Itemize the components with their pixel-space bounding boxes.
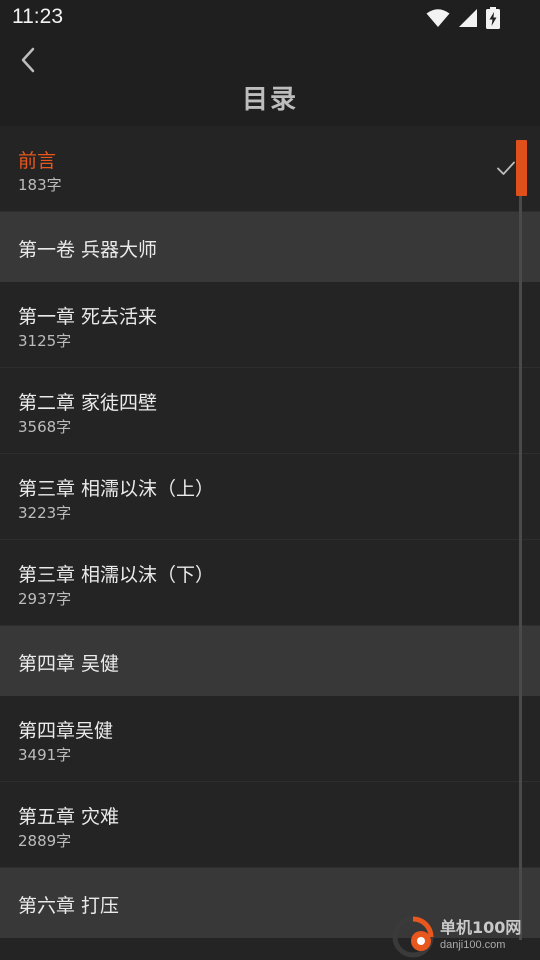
toc-chapter-item[interactable]: 第三章 相濡以沫（上） 3223字: [0, 454, 540, 540]
toc-chapter-item[interactable]: 第三章 相濡以沫（下） 2937字: [0, 540, 540, 626]
signal-icon: [459, 9, 477, 27]
watermark: 单机100网 danji100.com: [390, 910, 540, 960]
chapter-title: 第三章 相濡以沫（下）: [18, 564, 215, 586]
toc-volume-item[interactable]: 第四章 吴健: [0, 626, 540, 696]
scrollbar-track[interactable]: [519, 140, 522, 940]
page-title: 目录: [241, 85, 298, 115]
wifi-icon: [426, 9, 450, 27]
chapter-word-count: 3125字: [18, 332, 72, 350]
watermark-logo-icon: [392, 916, 434, 958]
toc-chapter-item[interactable]: 第二章 家徒四壁 3568字: [0, 368, 540, 454]
chapter-word-count: 2889字: [18, 832, 72, 850]
toc-chapter-item[interactable]: 第四章吴健 3491字: [0, 696, 540, 782]
chapter-title: 第五章 灾难: [18, 806, 120, 828]
chapter-word-count: 3223字: [18, 504, 72, 522]
chapter-title: 第四章吴健: [18, 720, 114, 742]
check-icon: [497, 161, 515, 175]
back-button[interactable]: [10, 38, 46, 82]
volume-title: 第四章 吴健: [18, 653, 120, 675]
status-bar: 11:23: [0, 0, 540, 36]
toc-chapter-item[interactable]: 前言 183字: [0, 126, 540, 212]
status-icons: [426, 7, 500, 29]
volume-title: 第六章 打压: [18, 895, 120, 917]
toc-list: 前言 183字 第一卷 兵器大师 第一章 死去活来 3125字 第二章 家徒四壁…: [0, 126, 540, 960]
chapter-word-count: 3491字: [18, 746, 72, 764]
toc-volume-item[interactable]: 第一卷 兵器大师: [0, 212, 540, 282]
watermark-text: 单机100网 danji100.com: [440, 918, 521, 952]
watermark-url: danji100.com: [440, 939, 506, 951]
volume-title: 第一卷 兵器大师: [18, 239, 158, 261]
status-time: 11:23: [12, 5, 63, 28]
chapter-title: 第一章 死去活来: [18, 306, 158, 328]
battery-charging-icon: [486, 7, 500, 29]
chapter-word-count: 183字: [18, 176, 62, 194]
chapter-title: 第二章 家徒四壁: [18, 392, 158, 414]
toc-chapter-item[interactable]: 第五章 灾难 2889字: [0, 782, 540, 868]
chapter-word-count: 2937字: [18, 590, 72, 608]
toc-chapter-item[interactable]: 第一章 死去活来 3125字: [0, 282, 540, 368]
scrollbar-thumb[interactable]: [516, 140, 527, 196]
watermark-name: 单机100网: [440, 918, 522, 937]
chapter-word-count: 3568字: [18, 418, 72, 436]
chapter-title: 第三章 相濡以沫（上）: [18, 478, 215, 500]
chevron-left-icon: [21, 47, 35, 73]
chapter-title: 前言: [18, 150, 57, 172]
